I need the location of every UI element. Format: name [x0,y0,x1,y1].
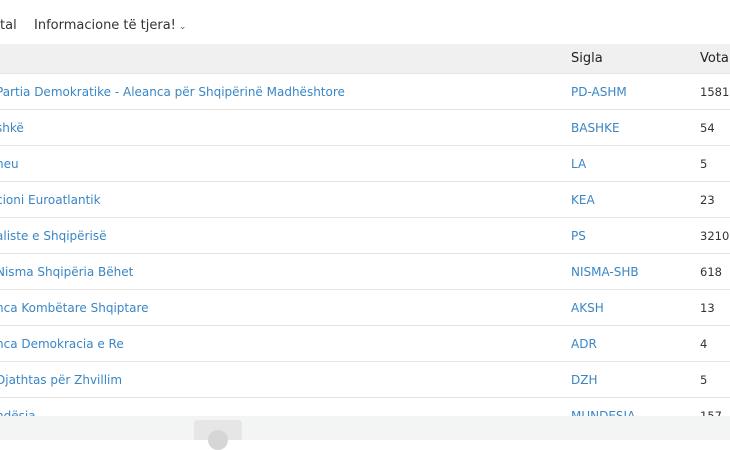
top-navigation: tal Informacione të tjera! ⌄ [0,0,730,44]
party-name-link[interactable]: Partia Demokratike - Aleanca për Shqipër… [0,73,571,110]
chevron-down-icon: ⌄ [178,22,187,32]
party-votes: 13 [700,289,730,326]
results-table-container: Sigla Vota Partia Demokratike - Aleanca … [0,44,730,433]
party-sigla-link[interactable]: LA [571,145,700,182]
party-name-link[interactable]: shkë [0,109,571,146]
party-sigla-link[interactable]: AKSH [571,289,700,326]
party-name-link[interactable]: Djathtas për Zhvillim [0,361,571,398]
header-name [0,44,571,74]
party-votes: 54 [700,109,730,146]
nav-item-tal-label: tal [0,18,17,33]
table-row: Partia Demokratike - Aleanca për Shqipër… [0,73,730,110]
party-sigla-link[interactable]: BASHKE [571,109,700,146]
scroll-to-top-button[interactable] [194,420,242,450]
party-name-link[interactable]: aliste e Shqipërisë [0,217,571,254]
party-sigla-link[interactable]: PS [571,217,700,254]
party-sigla-link[interactable]: KEA [571,181,700,218]
party-votes: 23 [700,181,730,218]
header-vota: Vota [700,44,730,74]
party-name-link[interactable]: Nisma Shqipëria Bëhet [0,253,571,290]
table-row: Djathtas për Zhvillim DZH 5 [0,361,730,398]
party-name-link[interactable]: nca Kombëtare Shqiptare [0,289,571,326]
table-row: Nisma Shqipëria Bëhet NISMA-SHB 618 [0,253,730,290]
nav-item-other-info-dropdown[interactable]: Informacione të tjera! ⌄ [34,18,186,33]
circle-icon [208,430,228,450]
header-sigla: Sigla [571,44,700,74]
nav-item-other-info-label: Informacione të tjera! [34,18,176,33]
nav-item-tal[interactable]: tal [0,18,17,33]
party-name-link[interactable]: nca Demokracia e Re [0,325,571,362]
party-sigla-link[interactable]: PD-ASHM [571,73,700,110]
party-votes: 5 [700,145,730,182]
party-votes: 3210 [700,217,730,254]
party-sigla-link[interactable]: NISMA-SHB [571,253,700,290]
bottom-footer-bar [0,416,730,440]
table-row: aliste e Shqipërisë PS 3210 [0,217,730,254]
party-name-link[interactable]: cioni Euroatlantik [0,181,571,218]
table-row: heu LA 5 [0,145,730,182]
table-row: nca Kombëtare Shqiptare AKSH 13 [0,289,730,326]
results-table: Sigla Vota Partia Demokratike - Aleanca … [0,44,730,433]
party-votes: 1581 [700,73,730,110]
table-row: nca Demokracia e Re ADR 4 [0,325,730,362]
party-votes: 618 [700,253,730,290]
party-sigla-link[interactable]: DZH [571,361,700,398]
party-name-link[interactable]: heu [0,145,571,182]
party-votes: 5 [700,361,730,398]
table-row: cioni Euroatlantik KEA 23 [0,181,730,218]
party-sigla-link[interactable]: ADR [571,325,700,362]
table-row: shkë BASHKE 54 [0,109,730,146]
table-header-row: Sigla Vota [0,44,730,74]
party-votes: 4 [700,325,730,362]
